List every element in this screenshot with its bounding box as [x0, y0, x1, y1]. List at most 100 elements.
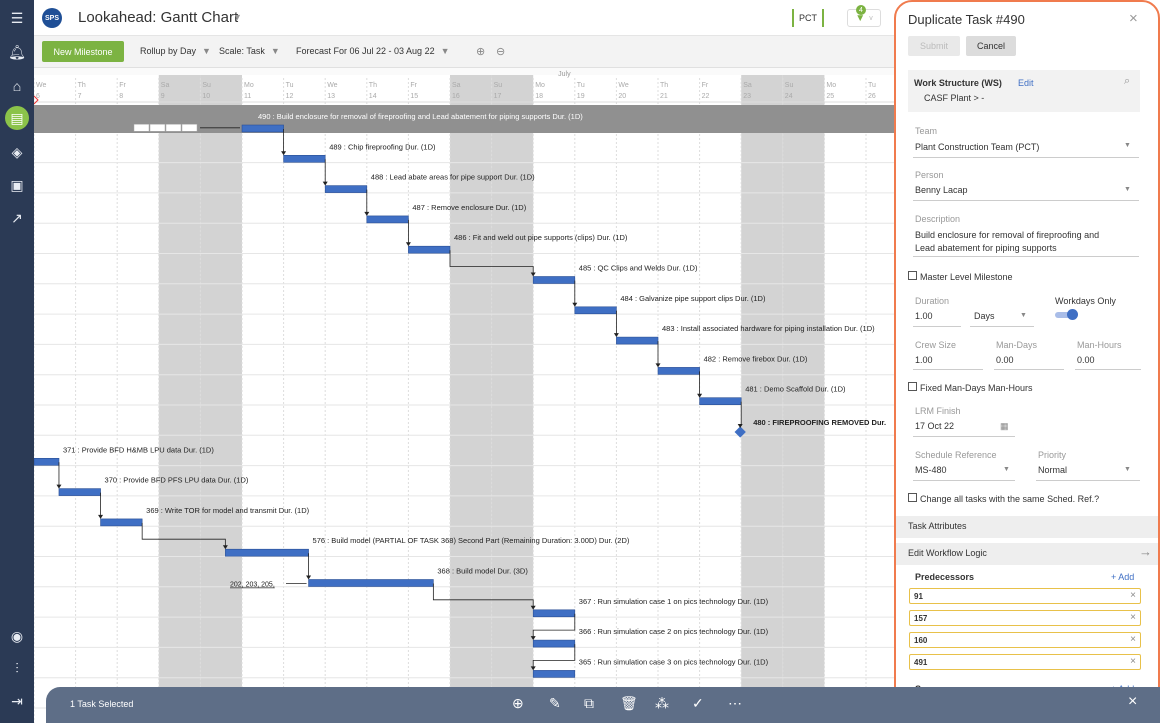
task-bar — [100, 518, 143, 527]
timeline-day-number: 26 — [868, 93, 876, 100]
caret-down-icon[interactable]: ▼ — [1124, 142, 1131, 149]
logout-icon[interactable]: ⇥ — [5, 689, 29, 713]
left-sidebar: ☰ 🔔︎ ⌂ ▤ ◈ ▣ ↗ ◉ ⫶ ⇥ — [0, 0, 34, 723]
chevron-down-icon: v — [869, 14, 873, 22]
divider — [913, 326, 961, 327]
change-all-checkbox[interactable] — [908, 493, 917, 502]
change-all-label: Change all tasks with the same Sched. Re… — [920, 494, 1100, 504]
timeline-day-number: 12 — [286, 93, 294, 100]
timeline-day-name: Mo — [826, 82, 836, 89]
task-label: 487 : Remove enclosure Dur. (1D) — [412, 203, 526, 212]
remove-icon[interactable]: × — [1130, 612, 1136, 623]
menu-icon[interactable]: ☰ — [5, 6, 29, 30]
caret-down-icon[interactable]: ▼ — [1124, 186, 1131, 193]
workflow-icon[interactable]: ⁂ — [655, 695, 669, 712]
schedule-reference-select[interactable]: MS-480 — [915, 465, 947, 475]
calendar-icon[interactable]: ▦ — [1000, 421, 1009, 432]
predecessors-title: Predecessors — [915, 572, 975, 582]
priority-select[interactable]: Normal — [1038, 465, 1067, 475]
work-structure-box — [908, 70, 1140, 112]
forecast-select[interactable]: Forecast For 06 Jul 22 - 03 Aug 22 ▼ — [296, 46, 450, 56]
submit-button[interactable]: Submit — [908, 36, 960, 56]
task-label: 371 : Provide BFD H&MB LPU data Dur. (1D… — [63, 445, 214, 454]
add-icon[interactable]: ⊕ — [512, 695, 524, 712]
analytics-icon[interactable]: ↗ — [5, 206, 29, 230]
task-bar — [324, 185, 368, 193]
home-icon[interactable]: ⌂ — [5, 74, 29, 98]
cancel-button[interactable]: Cancel — [966, 36, 1016, 56]
chevron-down-icon[interactable]: ▼ — [233, 12, 242, 22]
add-predecessor-link[interactable]: + Add — [1111, 572, 1134, 582]
more-icon[interactable]: ⋯ — [728, 695, 742, 712]
task-label: 489 : Chip fireproofing Dur. (1D) — [329, 142, 436, 151]
divider — [913, 200, 1139, 201]
filter-count-badge: 4 — [856, 5, 866, 15]
timeline-day-number: 25 — [826, 93, 834, 100]
lrm-finish-label: LRM Finish — [915, 406, 961, 416]
man-days-input[interactable]: 0.00 — [996, 355, 1014, 365]
caret-down-icon[interactable]: ▼ — [1124, 466, 1131, 473]
page-title[interactable]: Lookahead: Gantt Chart — [78, 9, 238, 26]
search-icon[interactable]: ⌕ — [1124, 75, 1130, 88]
zoom-out-icon[interactable]: ⊖ — [496, 45, 505, 58]
predecessor-item[interactable]: 491 × — [909, 654, 1141, 670]
sliders-icon[interactable]: ⫶ — [5, 656, 29, 680]
task-label: 483 : Install associated hardware for pi… — [662, 324, 875, 333]
master-milestone-checkbox[interactable] — [908, 271, 917, 280]
bell-icon[interactable]: 🔔︎ — [5, 40, 29, 64]
scale-select[interactable]: Scale: Task ▼ — [219, 46, 280, 56]
dependency-arrowhead — [697, 393, 703, 398]
delete-icon[interactable]: 🗑︎ — [620, 695, 638, 712]
zoom-in-icon[interactable]: ⊕ — [476, 45, 485, 58]
task-label: 488 : Lead abate areas for pipe support … — [371, 173, 535, 182]
predecessor-item[interactable]: 157 × — [909, 610, 1141, 626]
description-textarea[interactable]: Build enclosure for removal of fireproof… — [915, 229, 1120, 255]
dependency-arrowhead — [56, 484, 62, 489]
check-icon[interactable]: ✓ — [692, 695, 704, 712]
predecessor-note: 202, 203, 205, — [230, 582, 275, 589]
duration-input[interactable]: 1.00 — [915, 311, 933, 321]
dependency-arrowhead — [405, 242, 411, 247]
duration-unit-select[interactable]: Days — [974, 311, 995, 321]
close-icon[interactable]: × — [1129, 10, 1138, 27]
close-icon[interactable]: × — [1128, 693, 1137, 711]
timeline-day-number: 23 — [743, 93, 751, 100]
user-icon[interactable]: ◉ — [5, 624, 29, 648]
lrm-finish-input[interactable]: 17 Oct 22 — [915, 421, 954, 431]
ws-label: Work Structure (WS) — [914, 78, 1002, 88]
ws-edit-link[interactable]: Edit — [1018, 78, 1034, 88]
remove-icon[interactable]: × — [1130, 590, 1136, 601]
crew-size-input[interactable]: 1.00 — [915, 355, 933, 365]
timeline-day-name: Fr — [119, 82, 126, 89]
man-hours-input[interactable]: 0.00 — [1077, 355, 1095, 365]
copy-icon[interactable]: ⧉ — [584, 695, 594, 712]
gantt-chart[interactable]: July We 6 Th 7 Fr 8 Sa 9 Su 10 Mo 11 Tu 12 We 13 Th 14 Fr 15… — [34, 68, 894, 723]
workdays-label: Workdays Only — [1055, 296, 1116, 306]
remove-icon[interactable]: × — [1130, 656, 1136, 667]
team-select[interactable]: Plant Construction Team (PCT) — [915, 142, 1039, 152]
document-icon[interactable]: ▣ — [5, 173, 29, 197]
arrow-right-icon[interactable]: → — [1139, 544, 1152, 559]
edit-icon[interactable]: ✎ — [549, 695, 561, 712]
remove-icon[interactable]: × — [1130, 634, 1136, 645]
task-bar — [616, 336, 659, 345]
caret-down-icon[interactable]: ▼ — [1003, 466, 1010, 473]
caret-down-icon[interactable]: ▼ — [1020, 312, 1027, 319]
gantt-icon[interactable]: ▤ — [5, 106, 29, 130]
weekend-column — [450, 68, 492, 723]
predecessor-item[interactable]: 91 × — [909, 588, 1141, 604]
dependency-arrowhead — [655, 363, 661, 368]
predecessor-marker — [149, 124, 166, 132]
rollup-select[interactable]: Rollup by Day ▼ — [140, 46, 211, 56]
new-milestone-button[interactable]: New Milestone — [42, 41, 124, 62]
timeline-day-name: Su — [202, 82, 211, 89]
predecessor-marker — [181, 124, 198, 132]
predecessor-marker — [165, 124, 182, 132]
predecessor-item[interactable]: 160 × — [909, 632, 1141, 648]
team-filter-chip[interactable]: PCT — [792, 9, 824, 27]
task-bar — [225, 548, 309, 557]
task-label: 576 : Build model (PARTIAL OF TASK 368) … — [313, 536, 630, 545]
layers-icon[interactable]: ◈ — [5, 140, 29, 164]
fixed-mandays-checkbox[interactable] — [908, 382, 917, 391]
person-select[interactable]: Benny Lacap — [915, 185, 968, 195]
